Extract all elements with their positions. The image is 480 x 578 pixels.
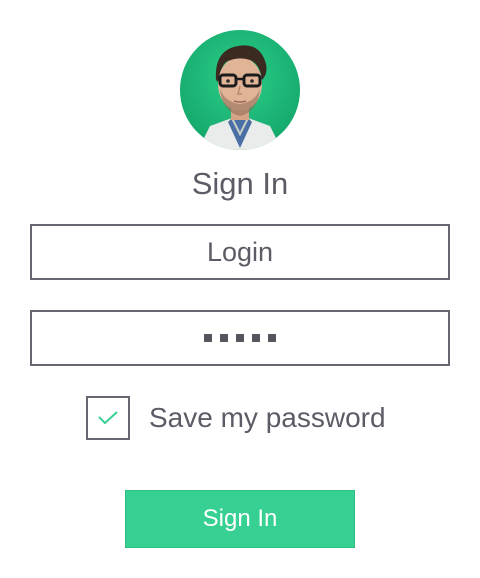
save-password-label: Save my password: [149, 402, 386, 433]
avatar-portrait-icon: [180, 30, 300, 150]
checkmark-icon: [98, 411, 118, 425]
save-password-checkbox[interactable]: [86, 396, 130, 440]
password-field[interactable]: [30, 310, 450, 366]
password-input[interactable]: [32, 312, 448, 364]
sign-in-button[interactable]: Sign In: [125, 490, 355, 548]
login-field[interactable]: [30, 224, 450, 280]
save-password-row[interactable]: Save my password: [86, 395, 386, 441]
page-title: Sign In: [191, 166, 289, 201]
user-avatar: [180, 30, 300, 150]
login-input[interactable]: [32, 226, 448, 278]
